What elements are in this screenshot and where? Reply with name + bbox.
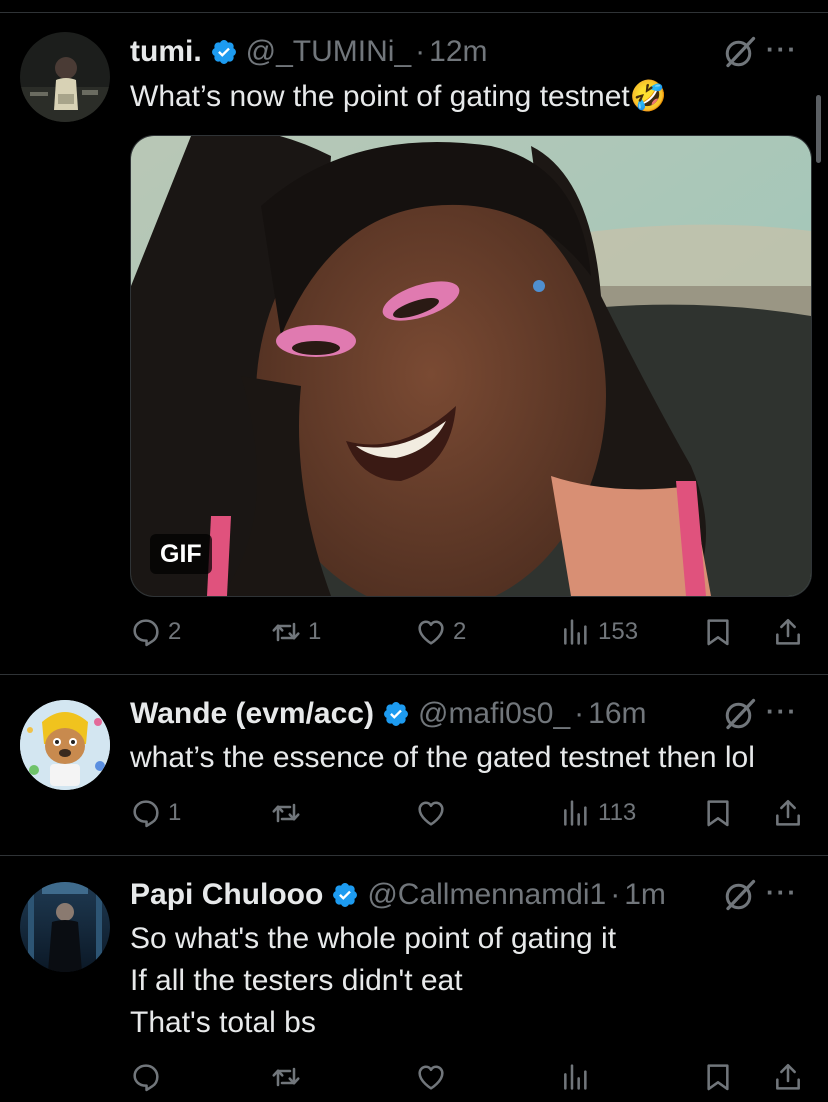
grok-icon[interactable] bbox=[722, 696, 758, 732]
repost-icon bbox=[270, 797, 302, 829]
reply-icon bbox=[130, 1061, 162, 1093]
separator-dot: · bbox=[610, 878, 621, 911]
avatar-image bbox=[20, 700, 110, 790]
tweet-gif[interactable] bbox=[130, 135, 812, 597]
verified-badge-icon[interactable] bbox=[331, 881, 359, 909]
bookmark-button[interactable] bbox=[702, 612, 734, 652]
views-button[interactable] bbox=[560, 1057, 598, 1097]
reply-icon bbox=[130, 797, 162, 829]
timestamp[interactable]: 12m bbox=[429, 35, 487, 69]
tweet-text-line: What’s now the point of gating testnet🤣 bbox=[130, 80, 668, 113]
avatar[interactable] bbox=[20, 32, 110, 122]
timestamp[interactable]: 1m bbox=[624, 878, 666, 912]
tweet-text-line: That's total bs bbox=[130, 1006, 316, 1039]
gif-badge: GIF bbox=[150, 534, 212, 574]
views-count: 113 bbox=[598, 799, 637, 826]
author-handle[interactable]: @_TUMINi_ bbox=[246, 35, 411, 69]
views-button[interactable]: 153 bbox=[560, 612, 638, 652]
separator-dot: · bbox=[574, 697, 585, 730]
like-button[interactable] bbox=[415, 1057, 453, 1097]
tweet-header: tumi. @_TUMINi_ · 12m bbox=[130, 32, 488, 72]
author-name[interactable]: tumi. bbox=[130, 35, 202, 69]
share-button[interactable] bbox=[772, 793, 804, 833]
author-handle[interactable]: @mafi0s0_ bbox=[418, 697, 570, 731]
avatar[interactable] bbox=[20, 700, 110, 790]
grok-icon[interactable] bbox=[722, 877, 758, 913]
reply-count: 2 bbox=[168, 618, 182, 645]
like-icon bbox=[415, 616, 447, 648]
repost-icon bbox=[270, 616, 302, 648]
avatar-image bbox=[20, 32, 110, 122]
bookmark-icon bbox=[702, 1061, 734, 1093]
author-handle[interactable]: @Callmennamdi1 bbox=[367, 878, 606, 912]
more-icon[interactable]: ··· bbox=[766, 877, 798, 908]
repost-button[interactable] bbox=[270, 793, 308, 833]
tweet-text-line: So what's the whole point of gating it bbox=[130, 922, 617, 955]
repost-button[interactable] bbox=[270, 1057, 308, 1097]
share-icon bbox=[772, 616, 804, 648]
tweet-actions bbox=[130, 1057, 810, 1097]
tweet-actions: 2 1 2 153 bbox=[130, 612, 810, 652]
avatar-image bbox=[20, 882, 110, 972]
reply-button[interactable]: 2 bbox=[130, 612, 181, 652]
tweet-text-line: what’s the essence of the gated testnet … bbox=[130, 741, 755, 774]
timestamp[interactable]: 16m bbox=[588, 697, 646, 731]
share-icon bbox=[772, 1061, 804, 1093]
author-name[interactable]: Wande (evm/acc) bbox=[130, 697, 374, 731]
like-button[interactable]: 2 bbox=[415, 612, 466, 652]
repost-icon bbox=[270, 1061, 302, 1093]
top-divider bbox=[0, 12, 828, 13]
bookmark-button[interactable] bbox=[702, 1057, 734, 1097]
more-icon[interactable]: ··· bbox=[766, 34, 798, 65]
scrollbar[interactable] bbox=[816, 95, 821, 163]
views-icon bbox=[560, 797, 592, 829]
tweet-text-line: If all the testers didn't eat bbox=[130, 964, 463, 997]
grok-icon[interactable] bbox=[722, 34, 758, 70]
tweet-actions: 1 113 bbox=[130, 793, 810, 833]
like-count: 2 bbox=[453, 618, 467, 645]
like-icon bbox=[415, 1061, 447, 1093]
separator-dot: · bbox=[415, 35, 426, 68]
views-button[interactable]: 113 bbox=[560, 793, 636, 833]
share-button[interactable] bbox=[772, 612, 804, 652]
repost-count: 1 bbox=[308, 618, 322, 645]
avatar[interactable] bbox=[20, 882, 110, 972]
more-icon[interactable]: ··· bbox=[766, 696, 798, 727]
like-button[interactable] bbox=[415, 793, 453, 833]
tweet-text: what’s the essence of the gated testnet … bbox=[130, 737, 755, 779]
reply-button[interactable] bbox=[130, 1057, 168, 1097]
views-count: 153 bbox=[598, 618, 639, 645]
tweet-divider bbox=[0, 855, 828, 856]
tweet-text: So what's the whole point of gating it I… bbox=[130, 918, 616, 1044]
views-icon bbox=[560, 616, 592, 648]
reply-count: 1 bbox=[168, 799, 182, 826]
tweet-header: Papi Chulooo @Callmennamdi1 · 1m bbox=[130, 875, 666, 915]
like-icon bbox=[415, 797, 447, 829]
author-name[interactable]: Papi Chulooo bbox=[130, 878, 323, 912]
bookmark-icon bbox=[702, 797, 734, 829]
views-icon bbox=[560, 1061, 592, 1093]
verified-badge-icon[interactable] bbox=[382, 700, 410, 728]
reply-icon bbox=[130, 616, 162, 648]
share-icon bbox=[772, 797, 804, 829]
gif-image bbox=[131, 136, 811, 596]
tweet-header: Wande (evm/acc) @mafi0s0_ · 16m bbox=[130, 694, 647, 734]
bookmark-icon bbox=[702, 616, 734, 648]
share-button[interactable] bbox=[772, 1057, 804, 1097]
bookmark-button[interactable] bbox=[702, 793, 734, 833]
repost-button[interactable]: 1 bbox=[270, 612, 321, 652]
tweet-divider bbox=[0, 674, 828, 675]
reply-button[interactable]: 1 bbox=[130, 793, 181, 833]
verified-badge-icon[interactable] bbox=[210, 38, 238, 66]
tweet-text: What’s now the point of gating testnet🤣 bbox=[130, 76, 667, 118]
